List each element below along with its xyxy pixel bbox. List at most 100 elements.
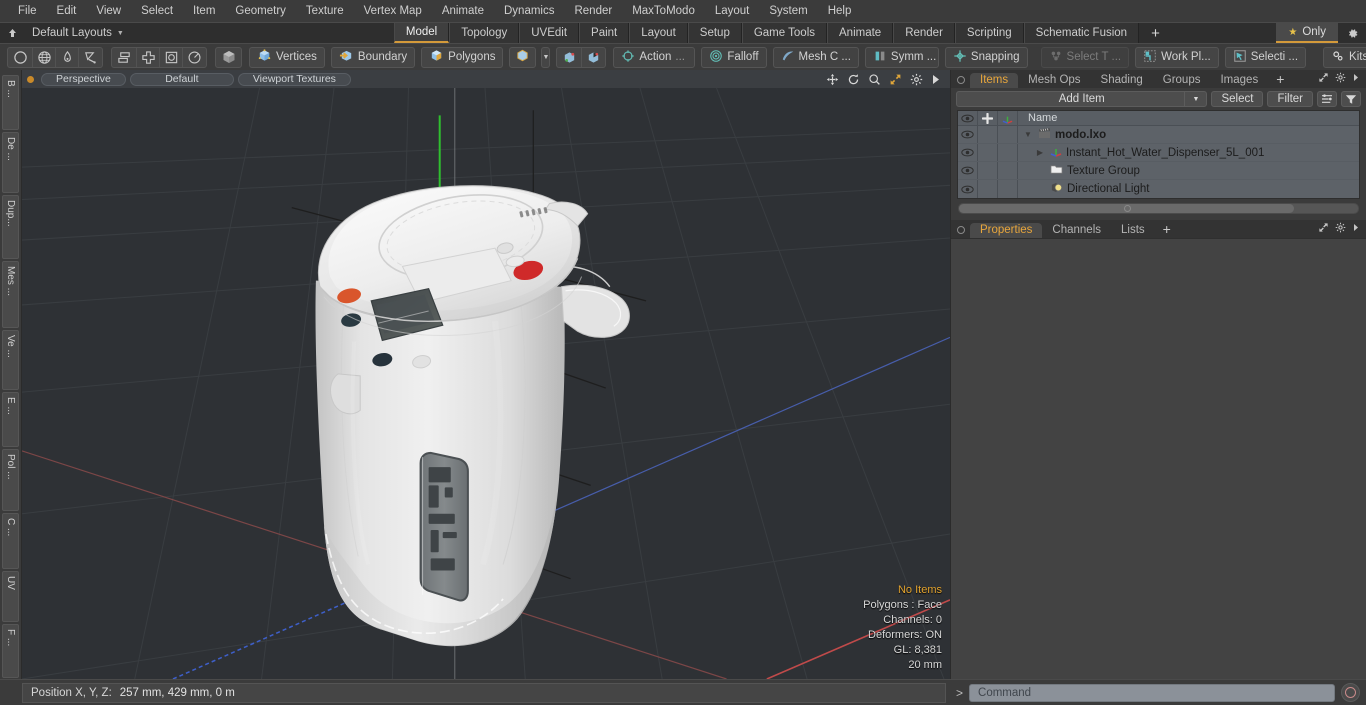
tab-items[interactable]: Items <box>970 73 1019 88</box>
table-row[interactable]: ▶ Instant_Hot_Water_Dispenser_5L_001 <box>958 144 1359 162</box>
row-axis-cell[interactable] <box>998 144 1018 161</box>
move-icon[interactable] <box>826 73 839 86</box>
table-row[interactable]: ▼ modo.lxo <box>958 126 1359 144</box>
panel-add-tab-button[interactable]: + <box>1268 71 1292 88</box>
row-axis-cell[interactable] <box>998 180 1018 198</box>
row-eye-icon[interactable] <box>958 180 978 198</box>
record-circle-icon[interactable] <box>1341 683 1360 702</box>
snapping-tool[interactable]: Snapping <box>944 46 1028 68</box>
menu-item-render[interactable]: Render <box>564 2 622 20</box>
align-stack-icon[interactable] <box>113 48 136 67</box>
item-row-directional-light[interactable]: Directional Light <box>1018 182 1149 197</box>
selection-mode-vertices[interactable]: Vertices <box>249 46 325 68</box>
filter-funnel-icon[interactable] <box>1341 91 1361 107</box>
falloff-pen-icon[interactable] <box>78 47 101 67</box>
row-lock-cell[interactable] <box>978 126 998 143</box>
selection-mode-boundary[interactable]: Boundary <box>330 46 416 68</box>
work-plane-tool[interactable]: Work Pl... <box>1135 46 1219 68</box>
layout-gear-icon[interactable] <box>1338 23 1366 43</box>
row-axis-cell[interactable] <box>998 126 1018 143</box>
menu-item-maxtomodo[interactable]: MaxToModo <box>622 2 705 20</box>
left-tab-falloff[interactable]: F ... <box>2 623 19 678</box>
tab-render[interactable]: Render <box>893 23 955 43</box>
left-tab-vertex[interactable]: Ve ... <box>2 329 19 390</box>
item-row-scene[interactable]: ▼ modo.lxo <box>1018 127 1106 142</box>
tab-schematic-fusion[interactable]: Schematic Fusion <box>1023 23 1140 43</box>
menu-item-geometry[interactable]: Geometry <box>225 2 296 20</box>
left-tab-uv[interactable]: UV <box>2 570 19 622</box>
item-row-mesh[interactable]: ▶ Instant_Hot_Water_Dispenser_5L_001 <box>1018 145 1264 160</box>
left-tab-curve[interactable]: C ... <box>2 513 19 569</box>
sort-icon[interactable] <box>1317 91 1337 107</box>
item-row-texture-group[interactable]: Texture Group <box>1018 164 1140 178</box>
row-eye-icon[interactable] <box>958 162 978 179</box>
mesh-constraint-tool[interactable]: Mesh C ... <box>772 46 859 68</box>
menu-item-vertex-map[interactable]: Vertex Map <box>354 2 432 20</box>
fit-icon[interactable] <box>889 73 902 86</box>
menu-item-item[interactable]: Item <box>183 2 225 20</box>
chevron-right-icon[interactable] <box>1352 73 1360 85</box>
menu-item-select[interactable]: Select <box>131 2 183 20</box>
left-tab-mesh-edit[interactable]: Mes ... <box>2 260 19 328</box>
menu-item-system[interactable]: System <box>759 2 817 20</box>
properties-gear-icon[interactable] <box>1335 222 1346 236</box>
center-cross-icon[interactable] <box>136 47 159 67</box>
menu-item-layout[interactable]: Layout <box>705 2 760 20</box>
menu-item-help[interactable]: Help <box>818 2 862 20</box>
select-through-tool[interactable]: Select T ... <box>1040 46 1130 68</box>
viewport-preset-selector[interactable]: Default <box>129 72 234 86</box>
scrollbar-track[interactable] <box>958 202 1359 214</box>
properties-menu-dot-icon[interactable] <box>957 226 965 234</box>
selection-mode-polygons[interactable]: Polygons <box>421 46 504 68</box>
play-icon[interactable] <box>931 74 941 85</box>
item-mode-button[interactable] <box>509 46 537 68</box>
viewport-shading-selector[interactable]: Viewport Textures <box>237 72 351 86</box>
tab-uvedit[interactable]: UVEdit <box>519 23 580 43</box>
circle-dial-icon[interactable] <box>182 47 205 67</box>
left-tab-basic[interactable]: B ... <box>2 75 19 130</box>
row-eye-icon[interactable] <box>958 126 978 143</box>
menu-item-file[interactable]: File <box>8 2 47 20</box>
menu-item-dynamics[interactable]: Dynamics <box>494 2 564 20</box>
kits-button[interactable]: Kits <box>1323 46 1366 68</box>
item-list-scrollbar[interactable] <box>958 201 1359 215</box>
twisty-right-icon[interactable]: ▶ <box>1034 148 1046 157</box>
falloff-tool[interactable]: Falloff <box>701 46 767 68</box>
menu-item-animate[interactable]: Animate <box>432 2 494 20</box>
selection-set-tool[interactable]: Selecti ... <box>1224 46 1307 68</box>
tab-game-tools[interactable]: Game Tools <box>741 23 827 43</box>
tab-layout[interactable]: Layout <box>629 23 688 43</box>
viewport-menu-dot-icon[interactable] <box>27 75 34 83</box>
tab-properties[interactable]: Properties <box>970 223 1043 238</box>
only-toggle-button[interactable]: ★ Only <box>1276 23 1338 43</box>
row-lock-cell[interactable] <box>978 180 998 198</box>
square-target-icon[interactable] <box>159 47 182 67</box>
tab-images[interactable]: Images <box>1210 73 1268 88</box>
item-mode-caret-icon[interactable]: ▼ <box>541 46 551 68</box>
select-button[interactable]: Select <box>1211 91 1264 107</box>
globe-icon[interactable] <box>32 47 55 67</box>
left-tab-polygon[interactable]: Pol ... <box>2 448 19 512</box>
pen-icon[interactable] <box>55 47 78 67</box>
menu-item-texture[interactable]: Texture <box>296 2 354 20</box>
viewport-projection-selector[interactable]: Perspective <box>41 72 126 86</box>
3d-viewport[interactable]: Y X Z No Items Polygons : Face Channels:… <box>22 88 950 679</box>
tab-model[interactable]: Model <box>393 23 450 43</box>
properties-expand-icon[interactable] <box>1318 222 1329 236</box>
action-center-tool[interactable]: Action ... <box>613 46 696 68</box>
symmetry-tool[interactable]: Symm ... <box>864 46 939 68</box>
table-row[interactable]: Texture Group <box>958 162 1359 180</box>
expand-icon[interactable] <box>1318 72 1329 86</box>
add-item-button[interactable]: Add Item ▼ <box>956 91 1208 107</box>
menu-item-view[interactable]: View <box>86 2 131 20</box>
row-lock-cell[interactable] <box>978 162 998 179</box>
tab-setup[interactable]: Setup <box>687 23 742 43</box>
zoom-icon[interactable] <box>868 73 881 86</box>
tab-lists[interactable]: Lists <box>1111 223 1155 238</box>
tab-paint[interactable]: Paint <box>579 23 630 43</box>
twisty-down-icon[interactable]: ▼ <box>1022 130 1034 139</box>
cube-icon[interactable] <box>217 48 240 67</box>
snap-cube-a-icon[interactable] <box>558 48 581 67</box>
filter-button[interactable]: Filter <box>1267 91 1313 107</box>
tab-channels[interactable]: Channels <box>1042 223 1111 238</box>
